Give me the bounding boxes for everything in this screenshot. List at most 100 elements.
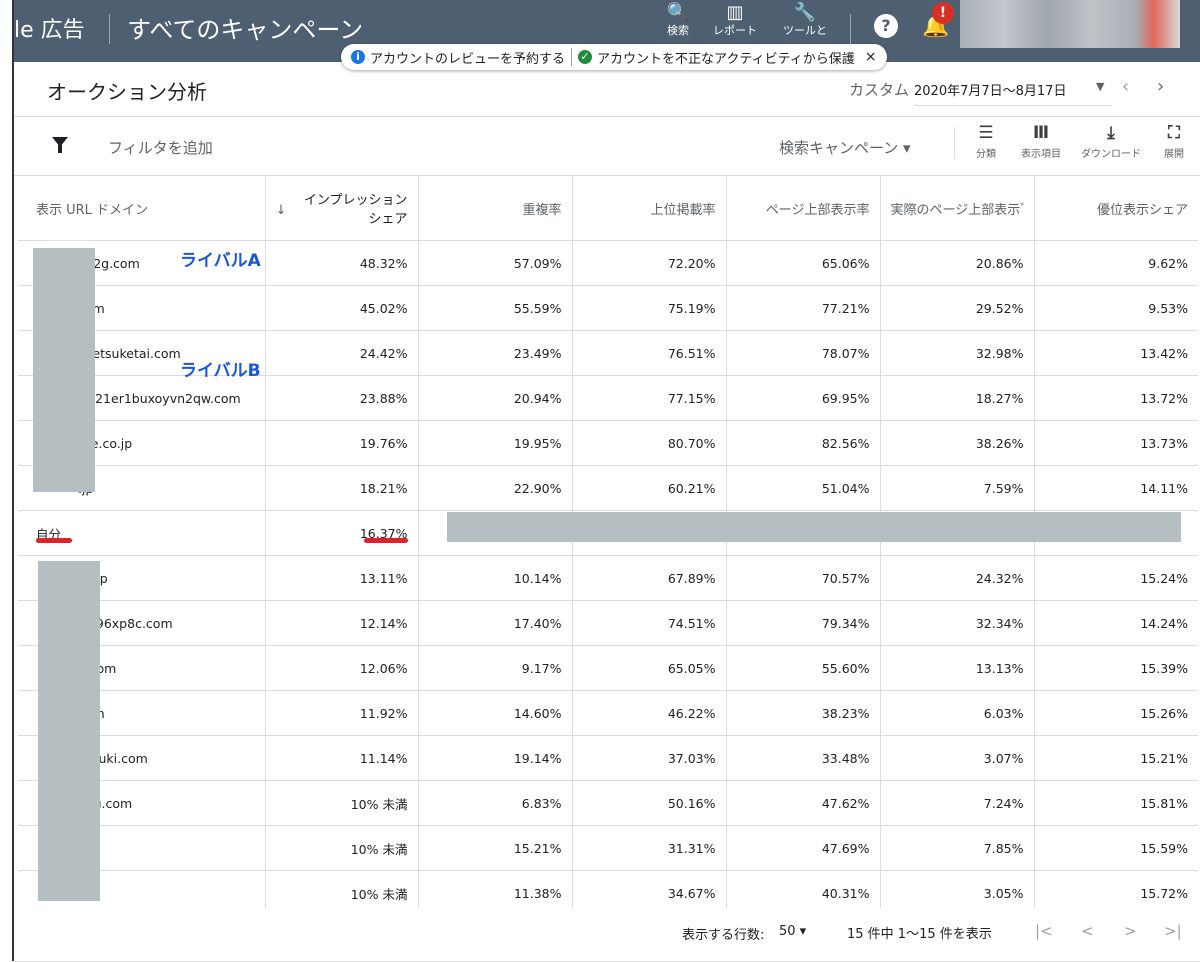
outranking-cell: 14.24%: [1034, 600, 1198, 646]
notification-badge: !: [932, 2, 954, 24]
nav-search-button[interactable]: 🔍 検索: [648, 2, 708, 38]
abs-top-cell: 20.86%: [880, 240, 1035, 286]
abs-top-cell: 18.27%: [880, 375, 1035, 421]
tool-label: 展開: [1164, 149, 1184, 160]
abs-top-cell: 13.13%: [880, 645, 1035, 691]
top-of-page-cell: 78.07%: [726, 330, 881, 376]
chevron-left-icon[interactable]: ‹: [1122, 76, 1129, 97]
divider: [571, 48, 573, 66]
help-icon[interactable]: ?: [874, 14, 898, 38]
left-frame-edge: [0, 0, 14, 961]
expand-button[interactable]: ⛶ 展開: [1142, 123, 1200, 160]
impression-share-cell: 10% 未満: [265, 825, 419, 871]
top-of-page-cell: 79.34%: [726, 600, 881, 646]
top-of-page-cell: 77.21%: [726, 285, 881, 331]
column-header-domain[interactable]: 表示 URL ドメイン: [18, 176, 266, 241]
table-row[interactable]: co.jp13.11%10.14%67.89%70.57%24.32%15.24…: [18, 555, 1198, 601]
abs-top-cell: 3.07%: [880, 735, 1035, 781]
nav-tools-button[interactable]: 🔧 ツールと: [775, 2, 835, 38]
info-icon: i: [351, 50, 365, 64]
position-above-cell: 60.21%: [572, 465, 727, 511]
divider: [109, 14, 110, 44]
impression-share-cell: 19.76%: [265, 420, 419, 466]
rows-per-page-select[interactable]: 50 ▾: [779, 924, 806, 939]
close-icon[interactable]: ×: [865, 49, 877, 65]
abs-top-cell: 7.24%: [880, 780, 1035, 826]
position-above-cell: 37.03%: [572, 735, 727, 781]
sort-down-icon: ↓: [275, 203, 287, 218]
rival-b-annotation: ライバルB: [180, 361, 261, 381]
nav-reports-button[interactable]: ▥ レポート: [705, 2, 765, 38]
column-header-position-above[interactable]: 上位掲載率: [572, 176, 727, 241]
column-header-outranking[interactable]: 優位表示シェア: [1034, 176, 1198, 241]
date-range-label: カスタム: [849, 81, 910, 99]
redaction-block: [447, 512, 1181, 542]
last-page-icon[interactable]: >|: [1164, 922, 1182, 940]
chevron-right-icon[interactable]: ›: [1157, 76, 1164, 97]
overlap-cell: 14.60%: [418, 690, 573, 736]
highlight-underline: [364, 538, 408, 543]
add-filter-button[interactable]: フィルタを追加: [108, 137, 213, 158]
rows-per-page-label: 表示する行数:: [682, 928, 765, 943]
impression-share-cell: 11.92%: [265, 690, 419, 736]
notice-pill: i アカウントのレビューを予約する ✓ アカウントを不正なアクティビティから保護…: [341, 44, 887, 70]
overlap-cell: 22.90%: [418, 465, 573, 511]
impression-share-cell: 23.88%: [265, 375, 419, 421]
impression-share-cell: 16.37%: [265, 510, 419, 556]
page-header: オークション分析 カスタム 2020年7月7日〜8月17日 ▼ ‹ ›: [14, 62, 1200, 117]
secure-link[interactable]: アカウントを不正なアクティビティから保護: [597, 48, 855, 67]
position-above-cell: 46.22%: [572, 690, 727, 736]
outranking-cell: 15.26%: [1034, 690, 1198, 736]
top-of-page-cell: 33.48%: [726, 735, 881, 781]
outranking-cell: 15.81%: [1034, 780, 1198, 826]
columns-icon: Ⅲ: [1032, 123, 1050, 143]
download-button[interactable]: ⤓ ダウンロード: [1079, 123, 1143, 160]
header-line: シェア: [368, 212, 408, 227]
overlap-cell: 17.40%: [418, 600, 573, 646]
auction-insights-table: 表示 URL ドメイン ↓ インプレッション シェア 重複率 上位掲載率 ページ…: [18, 176, 1198, 916]
table-row[interactable]: dou.com 10% 未満 6.83% 50.16% 47.62% 7.24% 15.81…: [18, 780, 1198, 826]
impression-share-cell: 12.14%: [265, 600, 419, 646]
tools-icon: 🔧: [793, 2, 817, 23]
outranking-cell: 9.62%: [1034, 240, 1198, 286]
top-of-page-cell: 70.57%: [726, 555, 881, 601]
table-row[interactable]: .jp18.21%22.90%60.21%51.04%7.59%14.11%: [18, 465, 1198, 511]
chevron-down-icon[interactable]: ▼: [1096, 80, 1104, 93]
column-header-overlap[interactable]: 重複率: [418, 176, 573, 241]
abs-top-cell: 6.03%: [880, 690, 1035, 736]
first-page-icon[interactable]: |<: [1035, 922, 1053, 940]
table-row[interactable]: cw21er1buxoyvn2qw.com 23.88% 20.94% 77.15% 6…: [18, 375, 1198, 421]
account-info-blurred[interactable]: [960, 0, 1180, 48]
table-row[interactable]: ure.co.jp 19.76% 19.95% 80.70% 82.56% 38.26% 1…: [18, 420, 1198, 466]
date-range-picker[interactable]: 2020年7月7日〜8月17日: [914, 80, 1112, 106]
outranking-cell: 13.73%: [1034, 420, 1198, 466]
columns-button[interactable]: Ⅲ 表示項目: [1009, 123, 1073, 160]
download-icon: ⤓: [1107, 123, 1115, 143]
review-link[interactable]: アカウントのレビューを予約する: [370, 48, 565, 67]
rival-a-annotation: ライバルA: [180, 251, 261, 271]
prev-page-icon[interactable]: <: [1081, 922, 1094, 940]
abs-top-cell: 24.32%: [880, 555, 1035, 601]
table-row[interactable]: com11.92%14.60%46.22%38.23%6.03%15.26%: [18, 690, 1198, 736]
column-header-top-of-page[interactable]: ページ上部表示率: [726, 176, 881, 241]
table-row[interactable]: com45.02%55.59%75.19%77.21%29.52%9.53%: [18, 285, 1198, 331]
abs-top-cell: 32.98%: [880, 330, 1035, 376]
column-header-abs-top[interactable]: 実際のページ上部表示ﾞ: [880, 176, 1035, 241]
position-above-cell: 76.51%: [572, 330, 727, 376]
next-page-icon[interactable]: >: [1124, 922, 1137, 940]
top-of-page-cell: 51.04%: [726, 465, 881, 511]
column-header-impression-share[interactable]: ↓ インプレッション シェア: [265, 176, 419, 241]
table-row[interactable]: utouki.com 11.14% 19.14% 37.03% 33.48% 3.07% 1…: [18, 735, 1198, 781]
outranking-cell: 13.72%: [1034, 375, 1198, 421]
campaign-type-select[interactable]: 検索キャンペーン ▾: [779, 137, 911, 158]
position-above-cell: 67.89%: [572, 555, 727, 601]
table-row[interactable]: a.com12.06%9.17%65.05%55.60%13.13%15.39%: [18, 645, 1198, 691]
overlap-cell: 10.14%: [418, 555, 573, 601]
table-row[interactable]: aw96xp8c.com 12.14% 17.40% 74.51% 79.34% 32.3…: [18, 600, 1198, 646]
campaign-scope-title[interactable]: すべてのキャンペーン: [127, 10, 363, 45]
outranking-cell: 13.42%: [1034, 330, 1198, 376]
table-row[interactable]: om10% 未満15.21%31.31%47.69%7.85%15.59%: [18, 825, 1198, 871]
top-of-page-cell: 82.56%: [726, 420, 881, 466]
impression-share-cell: 12.06%: [265, 645, 419, 691]
highlight-underline: [36, 538, 72, 543]
